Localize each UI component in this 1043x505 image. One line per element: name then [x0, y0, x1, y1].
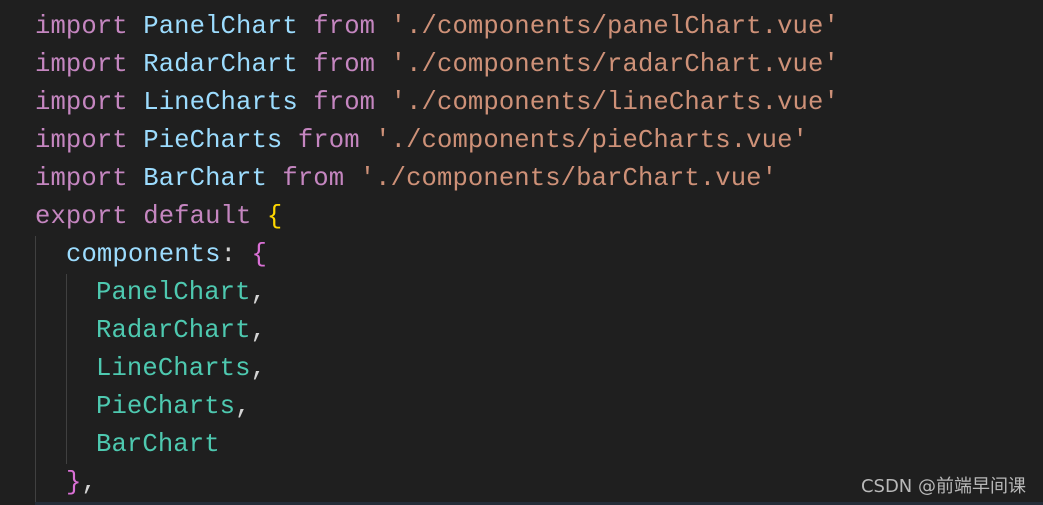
code-editor[interactable]: import PanelChart from './components/pan…: [0, 0, 1043, 502]
keyword: from: [313, 12, 376, 41]
keyword: from: [297, 126, 360, 155]
keyword: export: [35, 202, 128, 231]
punctuation: :: [220, 240, 237, 269]
identifier: BarChart: [143, 164, 267, 193]
punctuation: ,: [81, 468, 97, 497]
keyword: from: [313, 50, 376, 79]
watermark: CSDN @前端早间课: [860, 476, 1026, 497]
brace: {: [251, 240, 267, 269]
identifier: PanelChart: [143, 12, 298, 41]
indent-guide: [35, 236, 36, 502]
punctuation: ,: [250, 354, 267, 383]
keyword: default: [143, 202, 252, 231]
indent-guide: [66, 274, 67, 464]
code-line: import BarChart from './components/barCh…: [35, 160, 777, 198]
string: './components/panelChart.vue': [390, 12, 839, 41]
keyword: from: [313, 88, 376, 117]
code-line: RadarChart,: [96, 312, 266, 350]
code-line: LineCharts,: [96, 350, 266, 388]
identifier: PieCharts: [143, 126, 283, 155]
brace: {: [266, 202, 283, 231]
keyword: import: [35, 50, 128, 79]
string: './components/lineCharts.vue': [390, 88, 839, 117]
punctuation: ,: [250, 278, 267, 307]
code-line: PanelChart,: [96, 274, 266, 312]
code-line: PieCharts,: [96, 388, 251, 426]
code-line: BarChart: [96, 426, 220, 464]
punctuation: ,: [250, 316, 267, 345]
code-line: export default {: [35, 198, 282, 236]
code-line: import RadarChart from './components/rad…: [35, 46, 839, 84]
string: './components/radarChart.vue': [390, 50, 839, 79]
component-name: PieCharts: [96, 392, 236, 421]
code-line: import LineCharts from './components/lin…: [35, 84, 839, 122]
keyword: import: [35, 126, 128, 155]
component-name: BarChart: [96, 430, 220, 459]
identifier: RadarChart: [143, 50, 298, 79]
property: components: [66, 240, 221, 269]
component-name: LineCharts: [96, 354, 251, 383]
keyword: import: [35, 88, 128, 117]
string: './components/barChart.vue': [359, 164, 778, 193]
code-line: import PanelChart from './components/pan…: [35, 8, 839, 46]
code-line: },: [66, 464, 97, 502]
keyword: from: [282, 164, 345, 193]
code-line: components: {: [66, 236, 267, 274]
code-line: import PieCharts from './components/pieC…: [35, 122, 808, 160]
component-name: PanelChart: [96, 278, 251, 307]
keyword: import: [35, 164, 128, 193]
keyword: import: [35, 12, 128, 41]
punctuation: ,: [235, 392, 251, 421]
identifier: LineCharts: [143, 88, 298, 117]
string: './components/pieCharts.vue': [375, 126, 809, 155]
component-name: RadarChart: [96, 316, 251, 345]
brace: }: [66, 468, 82, 497]
